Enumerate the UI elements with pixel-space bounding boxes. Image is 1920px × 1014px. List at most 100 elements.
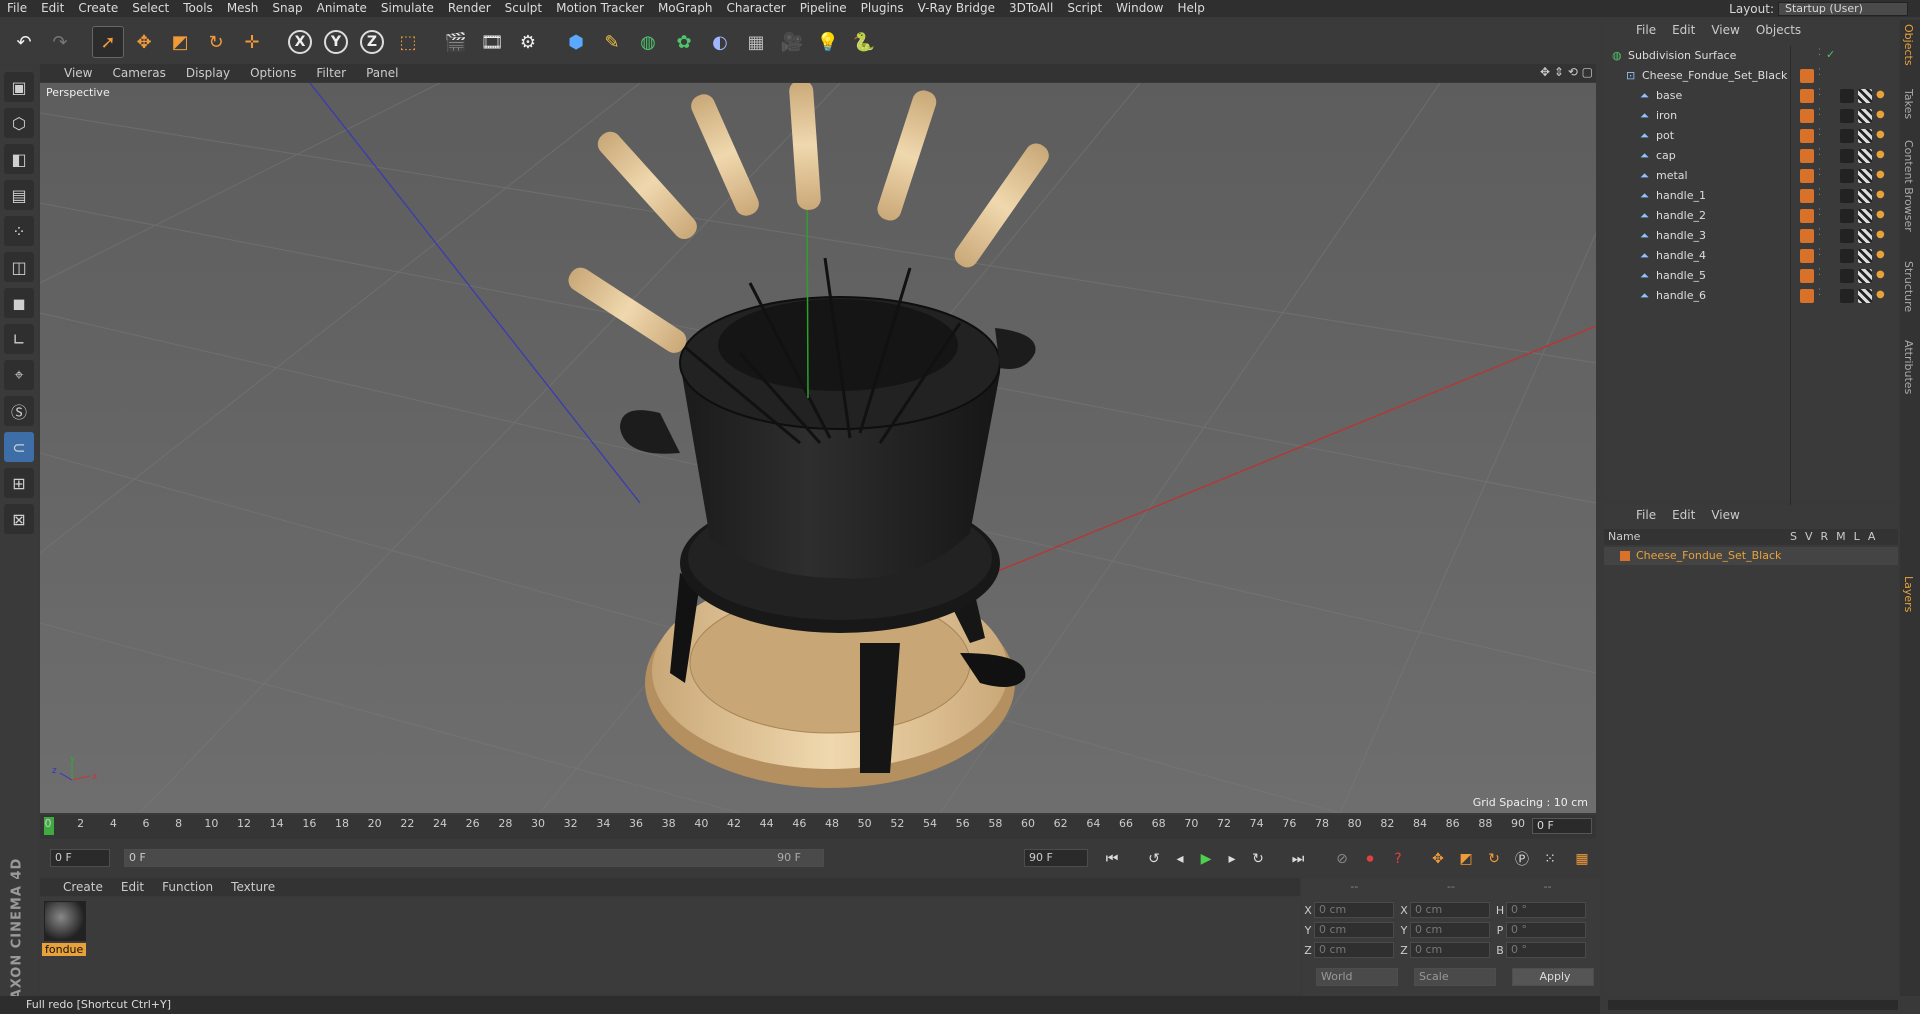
viewport-menu-options[interactable]: Options (240, 66, 306, 80)
menu-help[interactable]: Help (1170, 0, 1211, 17)
phong-tag-icon[interactable]: ● (1876, 109, 1890, 123)
menu-v-ray-bridge[interactable]: V-Ray Bridge (911, 0, 1002, 17)
go-to-end-icon[interactable]: ⏭ (1286, 847, 1310, 871)
phong-tag-icon[interactable]: ● (1876, 289, 1890, 303)
edit-render-settings-icon[interactable]: ⚙ (512, 26, 544, 58)
rot-b-field[interactable]: 0 ° (1506, 942, 1586, 958)
texture-mode-icon[interactable]: ◧ (4, 144, 34, 174)
visibility-dots-icon[interactable]: ⁚ (1818, 188, 1821, 198)
material-tag-icon[interactable] (1840, 129, 1854, 143)
layer-color-tag[interactable] (1800, 289, 1814, 303)
perspective-viewport[interactable]: x y z Perspective Grid Spacing : 10 cm (40, 83, 1596, 813)
material-tag-icon[interactable] (1840, 269, 1854, 283)
size-x-field[interactable]: 0 cm (1410, 902, 1490, 918)
move-icon[interactable]: ✥ (128, 26, 160, 58)
polygons-mode-icon[interactable]: ◼ (4, 288, 34, 318)
timeline-ruler[interactable]: 0 F 0 2 4 6 8 10 12 14 16 18 20 22 24 26 28 30 32 34 36 38 4… (40, 815, 1596, 839)
menu-window[interactable]: Window (1109, 0, 1170, 17)
pen-icon[interactable]: ✎ (596, 26, 628, 58)
object-name[interactable]: handle_1 (1656, 189, 1706, 202)
enabled-check-icon[interactable]: ✓ (1826, 48, 1835, 61)
layer-color-tag[interactable] (1800, 229, 1814, 243)
object-row[interactable]: ⏶ handle_3 ⁚ ● (1604, 226, 1898, 246)
layer-menu-view[interactable]: View (1703, 508, 1747, 522)
material-tag-icon[interactable] (1840, 109, 1854, 123)
object-row[interactable]: ⏶ metal ⁚ ● (1604, 166, 1898, 186)
material-menu-create[interactable]: Create (54, 880, 112, 894)
coord-space-dropdown[interactable]: World (1316, 968, 1398, 986)
object-menu-objects[interactable]: Objects (1748, 23, 1809, 37)
tweak-mode-icon[interactable]: ⌖ (4, 360, 34, 390)
python-icon[interactable]: 🐍 (848, 26, 880, 58)
coordinate-system-icon[interactable]: ⬚ (392, 26, 424, 58)
visibility-dots-icon[interactable]: ⁚ (1818, 148, 1821, 158)
tab-takes[interactable]: Takes (1902, 89, 1915, 119)
tab-structure[interactable]: Structure (1902, 261, 1915, 312)
texture-tag-icon[interactable] (1858, 89, 1872, 103)
tab-attributes[interactable]: Attributes (1902, 340, 1915, 394)
size-z-field[interactable]: 0 cm (1410, 942, 1490, 958)
menu-file[interactable]: File (0, 0, 34, 17)
layer-col-l[interactable]: L (1854, 530, 1860, 543)
menu-select[interactable]: Select (125, 0, 176, 17)
layer-row[interactable]: Cheese_Fondue_Set_Black (1604, 547, 1898, 565)
tab-layers[interactable]: Layers (1902, 576, 1915, 612)
layer-col-s[interactable]: S (1790, 530, 1797, 543)
object-name[interactable]: handle_5 (1656, 269, 1706, 282)
object-name[interactable]: pot (1656, 129, 1674, 142)
axis-mode-icon[interactable]: ∟ (4, 324, 34, 354)
texture-tag-icon[interactable] (1858, 269, 1872, 283)
object-row[interactable]: ⏶ pot ⁚ ● (1604, 126, 1898, 146)
material-tag-icon[interactable] (1840, 229, 1854, 243)
texture-tag-icon[interactable] (1858, 129, 1872, 143)
key-parameter-icon[interactable]: Ⓟ (1510, 847, 1534, 871)
live-selection-icon[interactable]: ➚ (92, 26, 124, 58)
workplane-mode-icon[interactable]: ▤ (4, 180, 34, 210)
viewport-menu-display[interactable]: Display (176, 66, 240, 80)
menu-3dtoall[interactable]: 3DToAll (1002, 0, 1060, 17)
menu-plugins[interactable]: Plugins (854, 0, 911, 17)
rot-p-field[interactable]: 0 ° (1506, 922, 1586, 938)
scale-icon[interactable]: ◩ (164, 26, 196, 58)
object-row[interactable]: ⏶ handle_5 ⁚ ● (1604, 266, 1898, 286)
material-tag-icon[interactable] (1840, 149, 1854, 163)
layout-dropdown[interactable]: Startup (User) (1778, 1, 1908, 16)
phong-tag-icon[interactable]: ● (1876, 269, 1890, 283)
points-mode-icon[interactable]: ⁘ (4, 216, 34, 246)
layer-col-v[interactable]: V (1805, 530, 1813, 543)
layer-color-tag[interactable] (1800, 189, 1814, 203)
layer-color-tag[interactable] (1800, 89, 1814, 103)
camera-icon[interactable]: 🎥 (776, 26, 808, 58)
layer-color-tag[interactable] (1800, 109, 1814, 123)
visibility-dots-icon[interactable]: ⁚ (1818, 248, 1821, 258)
timeline-current-frame[interactable]: 0 F (1532, 818, 1592, 834)
object-menu-file[interactable]: File (1628, 23, 1664, 37)
material-tag-icon[interactable] (1840, 169, 1854, 183)
object-name[interactable]: handle_2 (1656, 209, 1706, 222)
horizontal-scrollbar[interactable] (1608, 1000, 1898, 1010)
rot-h-field[interactable]: 0 ° (1506, 902, 1586, 918)
menu-sculpt[interactable]: Sculpt (498, 0, 549, 17)
next-frame-icon[interactable]: ▸ (1220, 847, 1244, 871)
layer-col-r[interactable]: R (1821, 530, 1829, 543)
texture-tag-icon[interactable] (1858, 169, 1872, 183)
magnet-icon[interactable]: ⊂ (4, 432, 34, 462)
layer-menu-edit[interactable]: Edit (1664, 508, 1703, 522)
y-axis-icon[interactable]: Y (320, 26, 352, 58)
phong-tag-icon[interactable]: ● (1876, 169, 1890, 183)
menu-motion-tracker[interactable]: Motion Tracker (549, 0, 651, 17)
menu-animate[interactable]: Animate (310, 0, 374, 17)
object-row[interactable]: ⏶ handle_1 ⁚ ● (1604, 186, 1898, 206)
render-view-icon[interactable]: 🎬 (440, 26, 472, 58)
object-name[interactable]: iron (1656, 109, 1677, 122)
timeline-window-icon[interactable]: ▦ (1570, 847, 1594, 871)
model-mode-icon[interactable]: ⬡ (4, 108, 34, 138)
go-to-start-icon[interactable]: ⏮ (1100, 847, 1124, 871)
render-picture-viewer-icon[interactable]: 🎞 (476, 26, 508, 58)
light-icon[interactable]: 💡 (812, 26, 844, 58)
texture-tag-icon[interactable] (1858, 189, 1872, 203)
layer-color-tag[interactable] (1800, 69, 1814, 83)
redo-icon[interactable]: ↷ (44, 26, 76, 58)
menu-tools[interactable]: Tools (176, 0, 220, 17)
tab-objects[interactable]: Objects (1902, 24, 1915, 66)
